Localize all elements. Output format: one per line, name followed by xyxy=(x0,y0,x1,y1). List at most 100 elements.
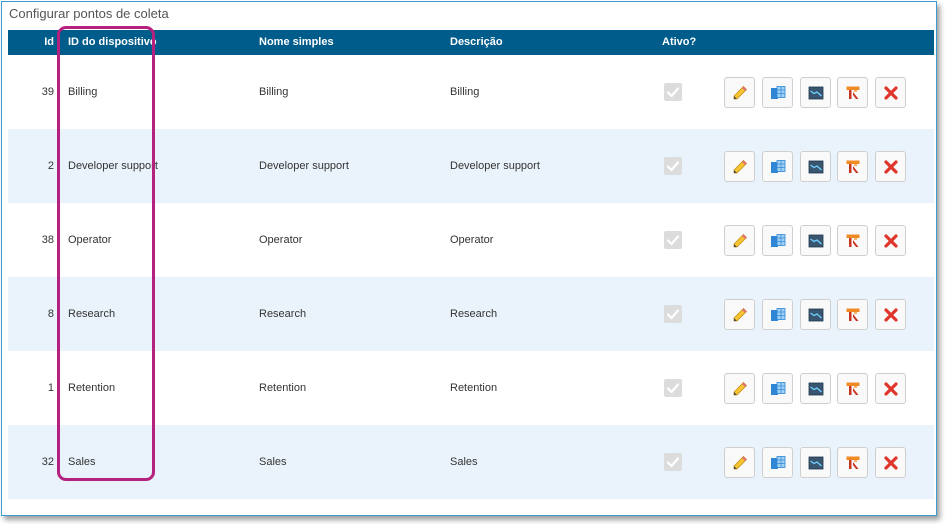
delete-button[interactable] xyxy=(875,447,906,478)
columns-button[interactable] xyxy=(762,225,793,256)
row-simple-name: Developer support xyxy=(259,160,349,172)
pencil-icon xyxy=(733,381,747,395)
row-simple-name: Billing xyxy=(259,86,289,98)
table-row[interactable]: 38 Operator Operator Operator xyxy=(8,203,934,277)
row-device-id: Operator xyxy=(68,234,112,246)
delete-button[interactable] xyxy=(875,151,906,182)
chart-button[interactable] xyxy=(800,151,831,182)
checkmark-icon xyxy=(666,161,680,172)
row-id: 8 xyxy=(47,308,54,320)
columns-icon xyxy=(770,233,785,247)
chart-button[interactable] xyxy=(800,299,831,330)
edit-button[interactable] xyxy=(724,447,755,478)
row-id: 2 xyxy=(47,160,54,172)
row-description: Billing xyxy=(450,86,480,98)
chart-icon xyxy=(808,456,823,469)
columns-button[interactable] xyxy=(762,299,793,330)
row-device-id: Developer support xyxy=(68,160,158,172)
row-simple-name: Operator xyxy=(259,234,303,246)
report-button[interactable] xyxy=(837,299,868,330)
edit-button[interactable] xyxy=(724,299,755,330)
row-description: Operator xyxy=(450,234,494,246)
checkmark-icon xyxy=(666,457,680,468)
active-checkbox[interactable] xyxy=(664,231,682,249)
header-device-id[interactable]: ID do dispositivo xyxy=(68,30,157,55)
report-icon xyxy=(846,234,859,247)
checkmark-icon xyxy=(666,309,680,320)
columns-button[interactable] xyxy=(762,447,793,478)
edit-button[interactable] xyxy=(724,225,755,256)
chart-icon xyxy=(808,308,823,321)
row-id: 38 xyxy=(41,234,54,246)
active-checkbox[interactable] xyxy=(664,453,682,471)
chart-button[interactable] xyxy=(800,373,831,404)
columns-button[interactable] xyxy=(762,151,793,182)
delete-x-icon xyxy=(883,455,898,470)
columns-icon xyxy=(770,455,785,469)
report-button[interactable] xyxy=(837,151,868,182)
active-checkbox[interactable] xyxy=(664,157,682,175)
report-button[interactable] xyxy=(837,373,868,404)
pencil-icon xyxy=(733,233,747,247)
header-simple-name[interactable]: Nome simples xyxy=(259,30,334,55)
table-row[interactable]: 8 Research Research Research xyxy=(8,277,934,351)
report-button[interactable] xyxy=(837,225,868,256)
delete-button[interactable] xyxy=(875,373,906,404)
report-button[interactable] xyxy=(837,447,868,478)
collection-points-table: Id ID do dispositivo Nome simples Descri… xyxy=(8,30,934,499)
table-row[interactable]: 32 Sales Sales Sales xyxy=(8,425,934,499)
row-simple-name: Research xyxy=(259,308,307,320)
edit-button[interactable] xyxy=(724,373,755,404)
delete-button[interactable] xyxy=(875,299,906,330)
row-id: 1 xyxy=(47,382,54,394)
columns-icon xyxy=(770,85,785,99)
columns-icon xyxy=(770,159,785,173)
table-row[interactable]: 39 Billing Billing Billing xyxy=(8,55,934,129)
delete-x-icon xyxy=(883,381,898,396)
delete-x-icon xyxy=(883,233,898,248)
columns-button[interactable] xyxy=(762,77,793,108)
chart-button[interactable] xyxy=(800,77,831,108)
report-icon xyxy=(846,382,859,395)
checkmark-icon xyxy=(666,383,680,394)
chart-button[interactable] xyxy=(800,225,831,256)
report-button[interactable] xyxy=(837,77,868,108)
active-checkbox[interactable] xyxy=(664,305,682,323)
row-id: 39 xyxy=(41,86,54,98)
edit-button[interactable] xyxy=(724,77,755,108)
config-panel: Configurar pontos de coleta Id ID do dis… xyxy=(1,1,937,516)
row-id: 32 xyxy=(41,456,54,468)
row-simple-name: Retention xyxy=(259,382,307,394)
chart-button[interactable] xyxy=(800,447,831,478)
pencil-icon xyxy=(733,455,747,469)
chart-icon xyxy=(808,86,823,99)
header-description[interactable]: Descrição xyxy=(450,30,503,55)
table-row[interactable]: 2 Developer support Developer support De… xyxy=(8,129,934,203)
checkmark-icon xyxy=(666,235,680,246)
pencil-icon xyxy=(733,307,747,321)
report-icon xyxy=(846,160,859,173)
header-id[interactable]: Id xyxy=(8,30,54,55)
delete-button[interactable] xyxy=(875,77,906,108)
edit-button[interactable] xyxy=(724,151,755,182)
pencil-icon xyxy=(733,85,747,99)
report-icon xyxy=(846,308,859,321)
active-checkbox[interactable] xyxy=(664,379,682,397)
columns-button[interactable] xyxy=(762,373,793,404)
row-device-id: Sales xyxy=(68,456,96,468)
panel-title: Configurar pontos de coleta xyxy=(9,6,169,21)
columns-icon xyxy=(770,381,785,395)
delete-button[interactable] xyxy=(875,225,906,256)
row-description: Retention xyxy=(450,382,498,394)
table-header: Id ID do dispositivo Nome simples Descri… xyxy=(8,30,934,55)
chart-icon xyxy=(808,160,823,173)
table-body: 39 Billing Billing Billing 2 Developer s… xyxy=(8,55,934,499)
active-checkbox[interactable] xyxy=(664,83,682,101)
row-device-id: Retention xyxy=(68,382,116,394)
header-active[interactable]: Ativo? xyxy=(662,30,696,55)
chart-icon xyxy=(808,382,823,395)
table-row[interactable]: 1 Retention Retention Retention xyxy=(8,351,934,425)
row-simple-name: Sales xyxy=(259,456,287,468)
chart-icon xyxy=(808,234,823,247)
columns-icon xyxy=(770,307,785,321)
